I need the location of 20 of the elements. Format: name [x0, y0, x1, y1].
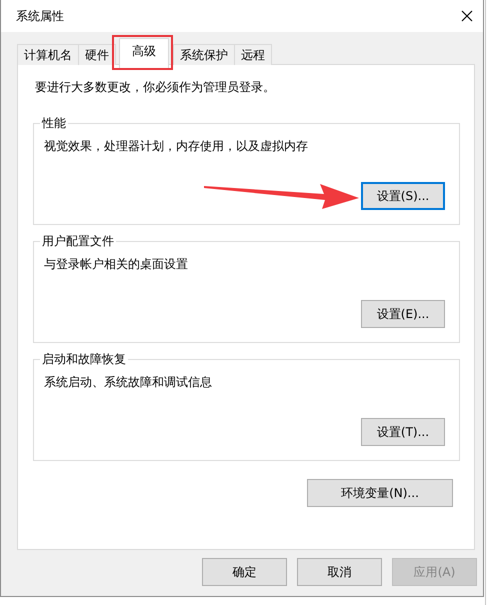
- window-title: 系统属性: [16, 8, 64, 24]
- tab[interactable]: 远程: [234, 44, 272, 65]
- close-icon[interactable]: [461, 10, 473, 22]
- tab[interactable]: 高级: [119, 38, 169, 68]
- group-title: 用户配置文件: [40, 233, 116, 250]
- group-description: 与登录帐户相关的桌面设置: [44, 256, 188, 273]
- settings-button[interactable]: 设置(S)...: [361, 182, 445, 210]
- tab[interactable]: 系统保护: [173, 44, 235, 65]
- dialog-button[interactable]: 取消: [297, 558, 382, 586]
- tab[interactable]: 硬件: [78, 44, 116, 65]
- group-title: 性能: [40, 115, 68, 132]
- tab[interactable]: 计算机名: [17, 44, 79, 65]
- settings-button[interactable]: 设置(E)...: [361, 300, 445, 328]
- group-description: 视觉效果，处理器计划，内存使用，以及虚拟内存: [44, 138, 308, 155]
- settings-button[interactable]: 设置(T)...: [361, 418, 445, 446]
- group-title: 启动和故障恢复: [40, 351, 128, 368]
- environment-variables-button[interactable]: 环境变量(N)...: [307, 479, 453, 507]
- dialog-button[interactable]: 确定: [202, 558, 287, 586]
- group-description: 系统启动、系统故障和调试信息: [44, 374, 212, 391]
- notice-text: 要进行大多数更改，你必须作为管理员登录。: [35, 79, 276, 96]
